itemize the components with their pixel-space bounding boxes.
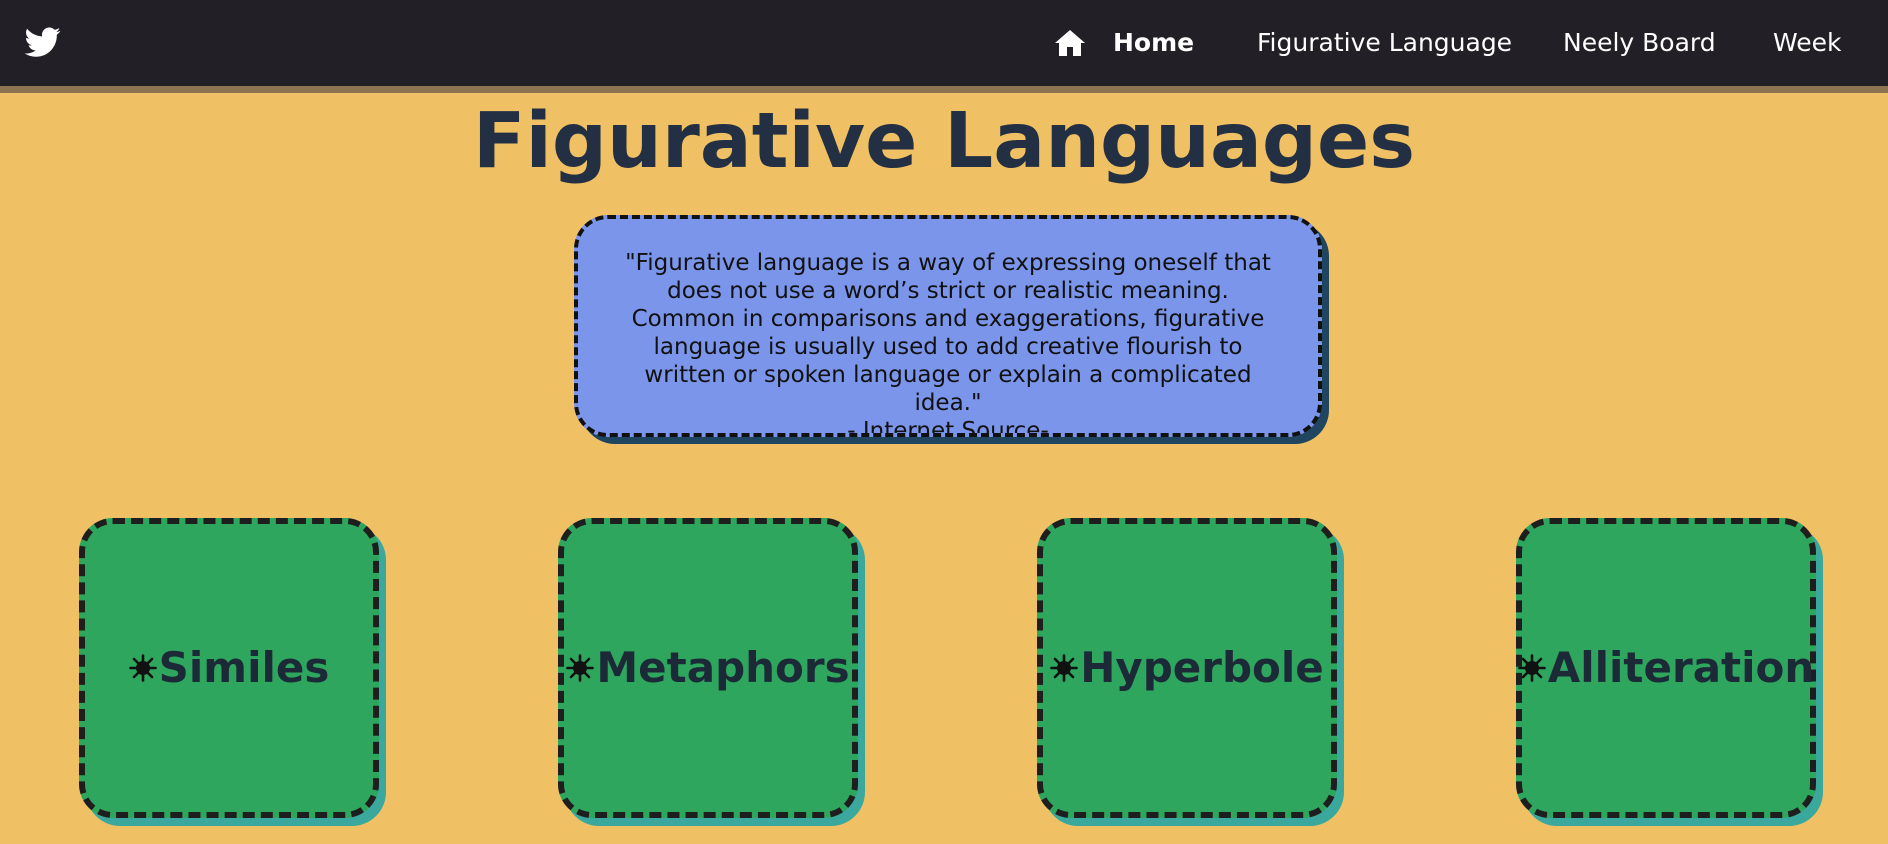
quote-source: - Internet Source- <box>847 418 1049 437</box>
metaphors-card-label: Metaphors <box>596 643 850 692</box>
hyperbole-card-label: Hyperbole <box>1080 643 1324 692</box>
hyperbole-card[interactable]: Hyperbole <box>1037 518 1337 818</box>
sun-icon <box>128 654 157 682</box>
similes-card[interactable]: Similes <box>79 518 379 818</box>
quote-text: "Figurative language is a way of express… <box>625 250 1271 416</box>
similes-card-label: Similes <box>158 643 330 692</box>
similes-card-content: Similes <box>128 643 330 693</box>
navbar: Home Figurative Language Neely Board Wee… <box>0 0 1888 93</box>
nav-figurative-language-link[interactable]: Figurative Language <box>1257 26 1512 60</box>
sun-icon <box>1517 654 1546 682</box>
alliteration-card-label: Alliteration <box>1547 643 1815 692</box>
hyperbole-card-content: Hyperbole <box>1050 643 1324 693</box>
nav-home-link[interactable]: Home <box>1113 26 1194 60</box>
nav-neely-board-link[interactable]: Neely Board <box>1563 26 1716 60</box>
twitter-bird-icon[interactable] <box>22 24 64 60</box>
metaphors-card-content: Metaphors <box>566 643 850 693</box>
quote-box: "Figurative language is a way of express… <box>574 215 1322 437</box>
alliteration-card[interactable]: Alliteration <box>1516 518 1816 818</box>
sun-icon <box>1050 654 1079 682</box>
metaphors-card[interactable]: Metaphors <box>558 518 858 818</box>
alliteration-card-content: Alliteration <box>1517 643 1815 693</box>
page-title: Figurative Languages <box>472 97 1416 186</box>
sun-icon <box>566 654 595 682</box>
nav-week-link[interactable]: Week <box>1773 26 1842 60</box>
home-icon[interactable] <box>1054 28 1086 58</box>
